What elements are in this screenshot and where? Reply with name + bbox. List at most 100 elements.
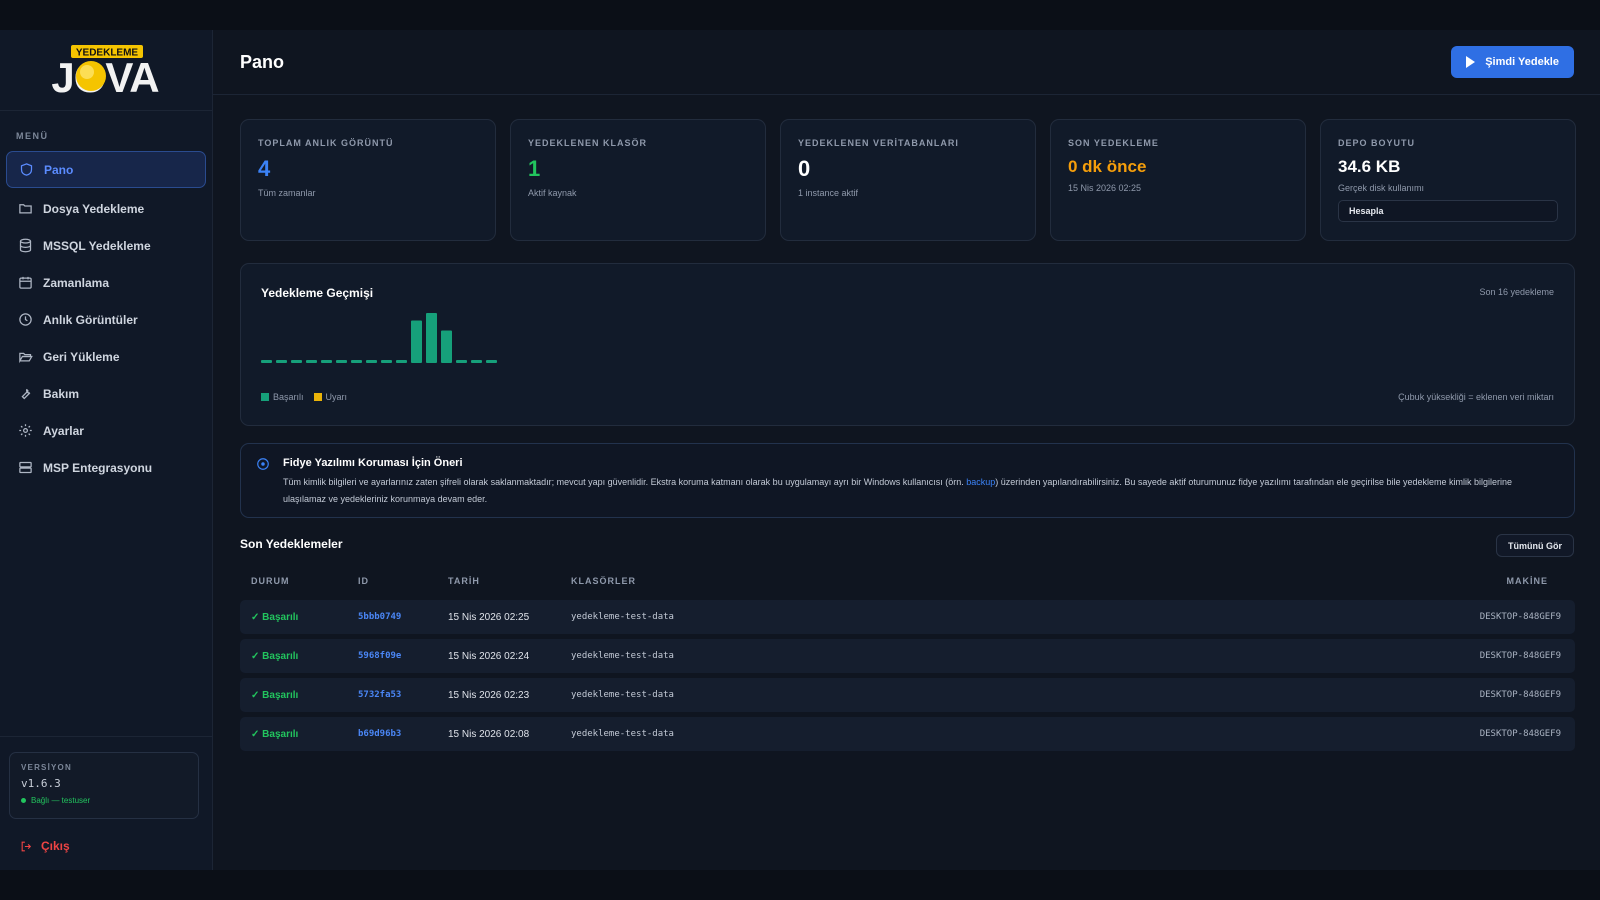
sidebar-item-snapshots[interactable]: Anlık Görüntüler [6,301,206,338]
row-status: ✓ Başarılı [251,729,299,740]
view-all-button[interactable]: Tümünü Gör [1496,534,1574,557]
ransomware-alert: Fidye Yazılımı Koruması İçin Öneri Tüm k… [240,443,1575,518]
history-bar[interactable] [306,360,317,363]
legend-label: Uyarı [325,392,348,402]
table-header: DURUM ID TARİH KLASÖRLER MAKİNE [240,576,1575,592]
database-icon [19,238,32,253]
sidebar-item-label: Bakım [43,386,80,401]
info-icon [257,458,269,470]
history-bar[interactable] [426,313,437,363]
sidebar-item-restore[interactable]: Geri Yükleme [6,338,206,375]
sidebar-item-label: Zamanlama [43,275,110,290]
legend-success: Başarılı [261,392,304,402]
history-bar[interactable] [486,360,497,363]
row-date: 15 Nis 2026 02:23 [448,690,530,701]
backup-history-card: Yedekleme Geçmişi Son 16 yedekleme Başar… [240,263,1575,426]
column-header-date[interactable]: TARİH [448,576,480,586]
play-icon [1466,56,1476,68]
calculate-button[interactable]: Hesapla [1338,200,1558,222]
history-bar[interactable] [351,360,362,363]
stat-sub: 1 instance aktif [798,188,859,198]
history-bar[interactable] [261,360,272,363]
table-row[interactable]: ✓ Başarılı b69d96b3 15 Nis 2026 02:08 ye… [240,717,1575,751]
history-bar[interactable] [396,360,407,363]
alert-body: Tüm kimlik bilgileri ve ayarlarınız zate… [283,474,1553,508]
stat-label: YEDEKLENEN VERİTABANLARI [798,138,959,148]
backup-now-button[interactable]: Şimdi Yedekle [1451,46,1574,78]
stat-label: TOPLAM ANLIK GÖRÜNTÜ [258,138,394,148]
history-bar[interactable] [366,360,377,363]
folder-open-icon [19,352,33,364]
stat-sub: Gerçek disk kullanımı [1338,183,1425,193]
sidebar-item-mssql-backup[interactable]: MSSQL Yedekleme [6,227,206,264]
menu-label: MENÜ [16,131,49,141]
row-id-link[interactable]: b69d96b3 [358,729,401,739]
table-row[interactable]: ✓ Başarılı 5968f09e 15 Nis 2026 02:24 ye… [240,639,1575,673]
sidebar-item-schedule[interactable]: Zamanlama [6,264,206,301]
chart-legend: Başarılı Uyarı [261,392,357,402]
column-header-folders[interactable]: KLASÖRLER [571,576,636,586]
sidebar-item-pano[interactable]: Pano [6,151,206,188]
row-date: 15 Nis 2026 02:24 [448,651,530,662]
server-icon [19,461,32,474]
connection-status: Bağlı — testuser [21,796,187,805]
logout-button[interactable]: Çıkış [20,839,70,853]
sidebar-item-label: MSSQL Yedekleme [43,238,151,253]
history-bar[interactable] [441,330,452,364]
history-bar[interactable] [321,360,332,363]
column-header-status[interactable]: DURUM [251,576,290,586]
row-machine: DESKTOP-848GEF9 [1479,651,1561,661]
sidebar: JOVA YEDEKLEME MENÜ Pano Dosya Yedekleme… [0,30,213,870]
stat-label: YEDEKLENEN KLASÖR [528,138,648,148]
chart-title: Yedekleme Geçmişi [261,286,374,300]
row-machine: DESKTOP-848GEF9 [1479,729,1561,739]
calendar-icon [19,276,32,289]
table-row[interactable]: ✓ Başarılı 5bbb0749 15 Nis 2026 02:25 ye… [240,600,1575,634]
stat-label: DEPO BOYUTU [1338,138,1416,148]
chart-note: Çubuk yüksekliği = eklenen veri miktarı [1398,392,1554,402]
row-id-link[interactable]: 5732fa53 [358,690,401,700]
sidebar-item-maintenance[interactable]: Bakım [6,375,206,412]
version-label: VERSİYON [21,763,72,772]
legend-label: Başarılı [273,392,304,402]
row-id-link[interactable]: 5bbb0749 [358,612,401,622]
clock-icon [19,313,32,326]
wrench-icon [21,388,31,400]
logo[interactable]: JOVA YEDEKLEME [0,30,212,111]
row-folders: yedekleme-test-data [571,651,674,661]
history-bar[interactable] [456,360,467,363]
history-bar[interactable] [276,360,287,363]
history-bar[interactable] [471,360,482,363]
sidebar-divider [0,736,212,737]
stat-value: 0 [798,156,811,181]
sidebar-item-file-backup[interactable]: Dosya Yedekleme [6,190,206,227]
topbar: Pano Şimdi Yedekle [213,30,1600,95]
history-bar[interactable] [291,360,302,363]
version-number: v1.6.3 [21,777,61,790]
stat-value: 0 dk önce [1068,157,1147,176]
status-dot [21,798,26,803]
table-row[interactable]: ✓ Başarılı 5732fa53 15 Nis 2026 02:23 ye… [240,678,1575,712]
row-date: 15 Nis 2026 02:08 [448,729,530,740]
logout-icon [21,841,32,851]
stats-row: TOPLAM ANLIK GÖRÜNTÜ 4 Tüm zamanlar YEDE… [240,119,1576,241]
row-id-link[interactable]: 5968f09e [358,651,401,661]
stat-sub: Tüm zamanlar [258,188,316,198]
sidebar-item-msp[interactable]: MSP Entegrasyonu [6,449,206,486]
stat-label: SON YEDEKLEME [1068,138,1159,148]
backup-now-label: Şimdi Yedekle [1485,56,1559,68]
sidebar-item-label: Pano [44,162,74,177]
history-bar[interactable] [381,360,392,363]
stat-card-databases: YEDEKLENEN VERİTABANLARI 0 1 instance ak… [780,119,1036,241]
column-header-id[interactable]: ID [358,576,369,586]
column-header-machine[interactable]: MAKİNE [1507,576,1549,586]
row-folders: yedekleme-test-data [571,729,674,739]
sidebar-item-label: Geri Yükleme [43,349,120,364]
sidebar-item-label: MSP Entegrasyonu [43,460,153,475]
alert-text-before: Tüm kimlik bilgileri ve ayarlarınız zate… [283,477,967,487]
backup-user-link[interactable]: backup [966,477,995,487]
folder-icon [19,204,32,214]
history-bar[interactable] [411,320,422,364]
sidebar-item-settings[interactable]: Ayarlar [6,412,206,449]
history-bar[interactable] [336,360,347,363]
